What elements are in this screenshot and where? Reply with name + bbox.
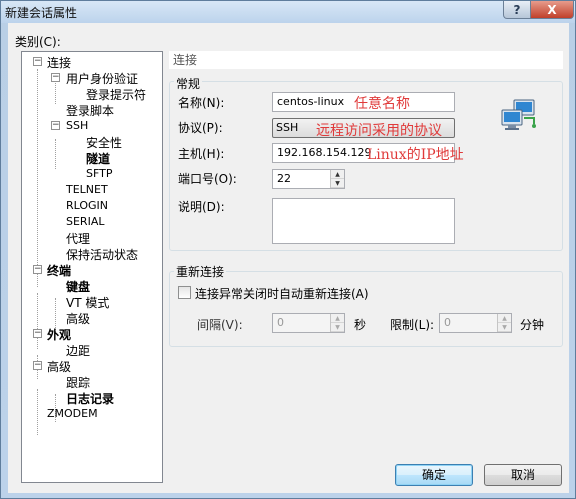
tree-item-sftp[interactable]: SFTP xyxy=(86,167,112,180)
auto-reconnect-checkbox[interactable] xyxy=(178,286,191,299)
tree-item-terminal[interactable]: 终端 xyxy=(47,262,71,279)
tree-item-telnet[interactable]: TELNET xyxy=(66,183,108,196)
tree-expander-icon[interactable]: − xyxy=(51,121,60,130)
tree-item-connection[interactable]: 连接 xyxy=(47,54,71,71)
spin-up-icon[interactable]: ▲ xyxy=(498,314,511,323)
port-spinner[interactable]: ▲ ▼ xyxy=(330,170,344,188)
tree-item-keyboard[interactable]: 键盘 xyxy=(66,278,90,295)
limit-label: 限制(L): xyxy=(390,318,435,332)
general-group-title: 常规 xyxy=(174,75,203,92)
tree-item-margins[interactable]: 边距 xyxy=(66,342,90,359)
tree-item-serial[interactable]: SERIAL xyxy=(66,215,104,228)
tree-item-keep-alive[interactable]: 保持活动状态 xyxy=(66,246,138,263)
limit-spinner[interactable]: ▲ ▼ xyxy=(497,314,511,332)
session-properties-window: 新建会话属性 ? X 类别(C): − 连接 − 用户身份验证 登录提示符 登录… xyxy=(0,0,576,499)
spin-down-icon[interactable]: ▼ xyxy=(331,179,344,188)
cancel-button[interactable]: 取消 xyxy=(484,464,562,486)
tree-item-authentication[interactable]: 用户身份验证 xyxy=(66,70,138,87)
tree-expander-icon[interactable]: − xyxy=(51,73,60,82)
tree-item-appearance[interactable]: 外观 xyxy=(47,326,71,343)
section-header: 连接 xyxy=(169,51,563,69)
tree-item-logging[interactable]: 日志记录 xyxy=(66,390,114,407)
protocol-annotation: 远程访问采用的协议 xyxy=(316,123,442,139)
spin-up-icon[interactable]: ▲ xyxy=(331,314,344,323)
tree-item-ssh[interactable]: SSH xyxy=(66,119,88,132)
tree-item-vt-mode[interactable]: VT 模式 xyxy=(66,294,109,311)
dialog-body: 类别(C): − 连接 − 用户身份验证 登录提示符 登录脚本 − SSH 安全… xyxy=(8,23,569,493)
spin-up-icon[interactable]: ▲ xyxy=(331,170,344,179)
auto-reconnect-label[interactable]: 连接异常关闭时自动重新连接(A) xyxy=(195,285,369,302)
tree-item-zmodem[interactable]: ZMODEM xyxy=(47,407,98,420)
spin-down-icon[interactable]: ▼ xyxy=(331,323,344,332)
protocol-label: 协议(P): xyxy=(178,121,223,135)
tree-item-login-prompts[interactable]: 登录提示符 xyxy=(86,86,146,103)
name-annotation: 任意名称 xyxy=(354,96,410,112)
window-title: 新建会话属性 xyxy=(5,6,78,20)
host-annotation: Linux的IP地址 xyxy=(367,147,464,163)
title-bar[interactable]: 新建会话属性 ? X xyxy=(1,1,575,23)
description-label: 说明(D): xyxy=(178,200,225,214)
host-label: 主机(H): xyxy=(178,147,225,161)
category-tree[interactable]: − 连接 − 用户身份验证 登录提示符 登录脚本 − SSH 安全性 隧道 SF… xyxy=(21,51,163,483)
name-label: 名称(N): xyxy=(178,96,225,110)
description-field[interactable] xyxy=(272,198,455,244)
tree-item-rlogin[interactable]: RLOGIN xyxy=(66,199,108,212)
interval-spinner[interactable]: ▲ ▼ xyxy=(330,314,344,332)
category-label: 类别(C): xyxy=(15,35,61,49)
tree-expander-icon[interactable]: − xyxy=(33,329,42,338)
ok-button[interactable]: 确定 xyxy=(395,464,473,486)
tree-expander-icon[interactable]: − xyxy=(33,57,42,66)
limit-unit: 分钟 xyxy=(520,318,545,332)
reconnect-group xyxy=(169,271,563,347)
help-button[interactable]: ? xyxy=(503,1,531,19)
tree-item-proxy[interactable]: 代理 xyxy=(66,230,90,247)
tree-item-trace[interactable]: 跟踪 xyxy=(66,374,90,391)
tree-item-advanced[interactable]: 高级 xyxy=(47,358,71,375)
tree-expander-icon[interactable]: − xyxy=(33,265,42,274)
close-button[interactable]: X xyxy=(530,1,574,19)
network-computers-icon xyxy=(501,99,536,130)
port-label: 端口号(O): xyxy=(178,172,237,186)
tree-expander-icon[interactable]: − xyxy=(33,361,42,370)
reconnect-group-title: 重新连接 xyxy=(174,263,227,280)
spin-down-icon[interactable]: ▼ xyxy=(498,323,511,332)
interval-unit: 秒 xyxy=(354,318,367,332)
tree-item-terminal-advanced[interactable]: 高级 xyxy=(66,310,90,327)
tree-item-tunnels[interactable]: 隧道 xyxy=(86,150,110,167)
interval-label: 间隔(V): xyxy=(197,318,243,332)
tree-item-security[interactable]: 安全性 xyxy=(86,134,122,151)
tree-item-login-scripts[interactable]: 登录脚本 xyxy=(66,102,114,119)
